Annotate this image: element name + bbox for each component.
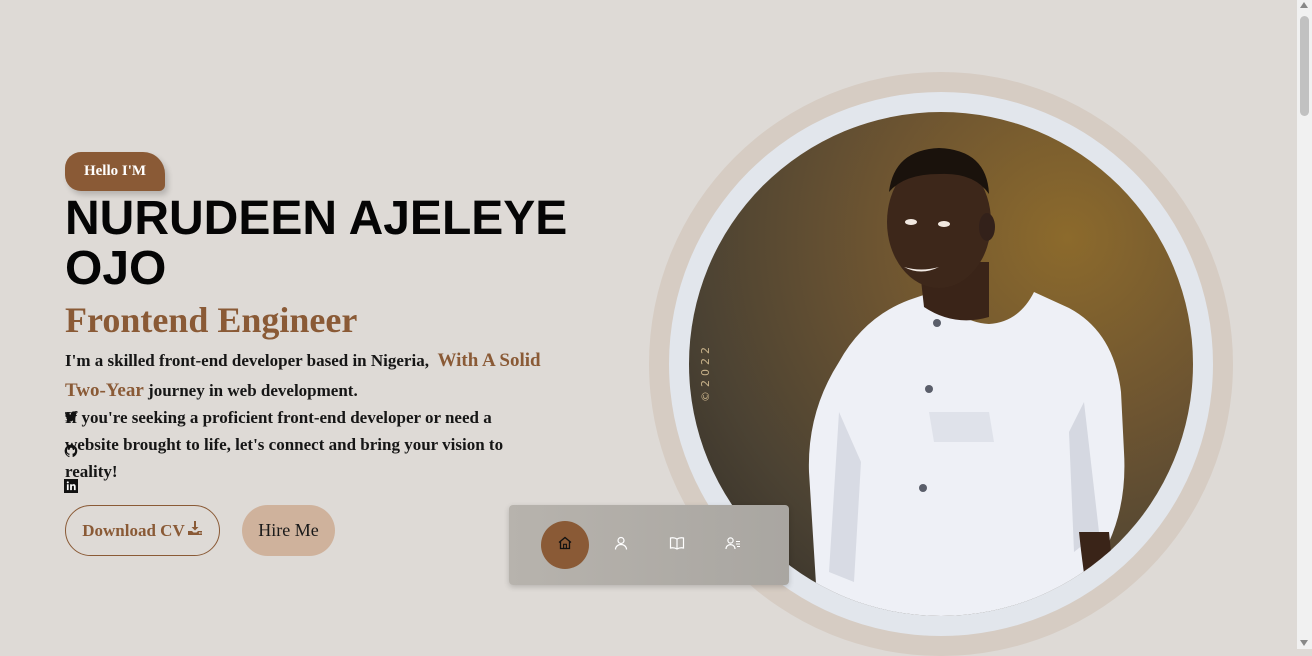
github-icon (64, 444, 78, 458)
nav-home[interactable] (541, 521, 589, 569)
scroll-thumb[interactable] (1300, 16, 1309, 116)
github-link[interactable] (64, 444, 78, 458)
download-cv-button[interactable]: Download CV (65, 505, 220, 556)
hero-role: Frontend Engineer (65, 300, 358, 340)
download-icon (187, 520, 203, 541)
nav-resume[interactable] (653, 521, 701, 569)
hero-pitch: If you're seeking a proficient front-end… (65, 408, 504, 481)
book-icon (669, 535, 685, 556)
nav-about[interactable] (597, 521, 645, 569)
scroll-up-icon[interactable] (1300, 2, 1308, 8)
page: Hello I'M NURUDEEN AJELEYE OJO Frontend … (0, 0, 1297, 656)
photo-copyright: ©2022 (699, 343, 712, 402)
user-icon (613, 535, 629, 556)
hero-intro: I'm a skilled front-end developer based … (65, 346, 580, 406)
twitter-icon (64, 410, 78, 424)
contact-list-icon (725, 535, 741, 556)
page-scrollbar[interactable] (1297, 0, 1312, 649)
intro-suffix: journey in web development. (148, 381, 358, 400)
linkedin-icon (64, 479, 78, 493)
home-icon (557, 535, 573, 556)
download-cv-label: Download CV (82, 520, 185, 540)
scroll-down-icon[interactable] (1300, 640, 1308, 646)
hire-me-button[interactable]: Hire Me (242, 505, 335, 556)
hello-badge: Hello I'M (65, 152, 165, 191)
intro-prefix: I'm a skilled front-end developer based … (65, 351, 429, 370)
hero-name: NURUDEEN AJELEYE OJO (65, 192, 568, 295)
bottom-nav (509, 505, 789, 585)
twitter-link[interactable] (64, 410, 78, 424)
linkedin-link[interactable] (64, 479, 78, 493)
nav-contact[interactable] (709, 521, 757, 569)
